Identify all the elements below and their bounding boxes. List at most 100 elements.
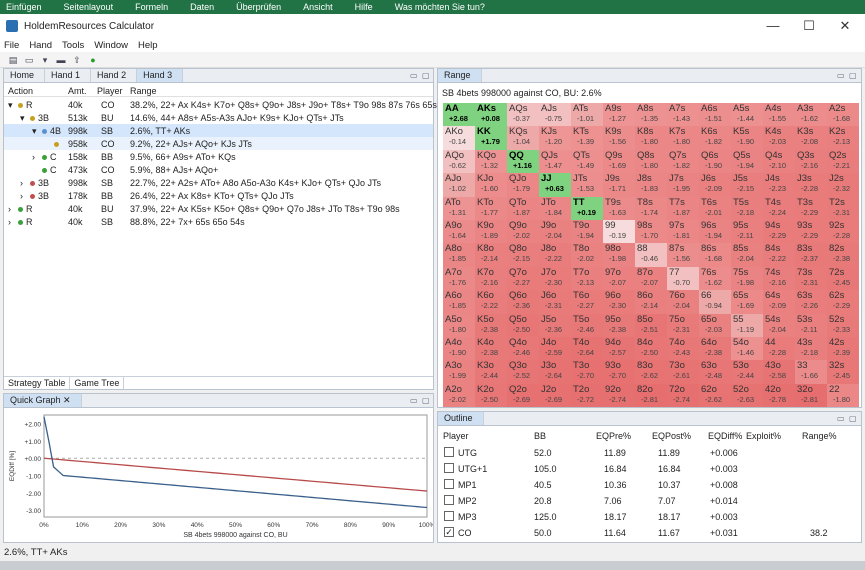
- range-cell-KJo[interactable]: KJo -1.60: [475, 173, 507, 197]
- range-cell-A6o[interactable]: A6o -1.85: [443, 290, 475, 314]
- tab-hand-1[interactable]: Hand 1: [45, 69, 92, 82]
- range-cell-J6s[interactable]: J6s -2.09: [699, 173, 731, 197]
- range-cell-K4o[interactable]: K4o -2.38: [475, 337, 507, 361]
- range-cell-53s[interactable]: 53s -2.11: [795, 313, 827, 337]
- range-cell-T9s[interactable]: T9s -1.63: [603, 196, 635, 220]
- range-cell-KJs[interactable]: KJs -1.20: [539, 126, 571, 150]
- range-cell-QJo[interactable]: QJo -1.79: [507, 173, 539, 197]
- range-cell-Q4s[interactable]: Q4s -2.10: [763, 149, 795, 174]
- excel-menu-item[interactable]: Ansicht: [303, 2, 333, 12]
- range-cell-Q6o[interactable]: Q6o -2.36: [507, 290, 539, 314]
- range-cell-J8s[interactable]: J8s -1.83: [635, 173, 667, 197]
- player-checkbox[interactable]: [444, 511, 454, 521]
- range-cell-ATo[interactable]: ATo -1.31: [443, 196, 475, 220]
- range-cell-QTo[interactable]: QTo -1.87: [507, 196, 539, 220]
- range-cell-77[interactable]: 77 -0.70: [667, 266, 699, 291]
- range-cell-95o[interactable]: 95o -2.38: [603, 313, 635, 337]
- range-cell-ATs[interactable]: ATs -1.01: [571, 103, 603, 127]
- range-cell-T4o[interactable]: T4o -2.64: [571, 337, 603, 361]
- range-cell-A9o[interactable]: A9o -1.64: [443, 220, 475, 244]
- run-icon[interactable]: ●: [88, 55, 98, 65]
- range-cell-73o[interactable]: 73o -2.61: [667, 360, 699, 384]
- range-cell-83o[interactable]: 83o -2.62: [635, 360, 667, 384]
- range-cell-J5o[interactable]: J5o -2.36: [539, 313, 571, 337]
- expand-icon[interactable]: ›: [8, 217, 11, 227]
- range-cell-32o[interactable]: 32o -2.81: [795, 383, 827, 408]
- range-cell-K2o[interactable]: K2o -2.50: [475, 383, 507, 408]
- tab-hand-3[interactable]: Hand 3: [137, 69, 184, 82]
- player-checkbox[interactable]: [444, 463, 454, 473]
- range-cell-Q7s[interactable]: Q7s -1.82: [667, 149, 699, 174]
- range-cell-96o[interactable]: 96o -2.30: [603, 290, 635, 314]
- range-cell-62s[interactable]: 62s -2.29: [827, 290, 859, 314]
- range-cell-T6o[interactable]: T6o -2.27: [571, 290, 603, 314]
- range-cell-84s[interactable]: 84s -2.22: [763, 243, 795, 267]
- range-cell-J3o[interactable]: J3o -2.64: [539, 360, 571, 384]
- range-cell-Q5o[interactable]: Q5o -2.50: [507, 313, 539, 337]
- expand-icon[interactable]: ▾: [32, 126, 37, 137]
- range-cell-T7o[interactable]: T7o -2.13: [571, 266, 603, 291]
- range-cell-85s[interactable]: 85s -2.04: [731, 243, 763, 267]
- range-cell-A8s[interactable]: A8s -1.35: [635, 103, 667, 127]
- range-cell-KTs[interactable]: KTs -1.39: [571, 126, 603, 150]
- col-range[interactable]: Range%: [802, 431, 837, 441]
- range-cell-Q2s[interactable]: Q2s -2.21: [827, 149, 859, 174]
- tab-strategy-table[interactable]: Strategy Table: [4, 377, 71, 389]
- range-cell-A6s[interactable]: A6s -1.51: [699, 103, 731, 127]
- tab-home[interactable]: Home: [4, 69, 46, 82]
- range-cell-Q8o[interactable]: Q8o -2.15: [507, 243, 539, 267]
- range-cell-A4o[interactable]: A4o -1.90: [443, 337, 475, 361]
- range-cell-33[interactable]: 33 -1.66: [795, 360, 827, 384]
- menu-tools[interactable]: Tools: [62, 40, 84, 51]
- range-cell-Q3o[interactable]: Q3o -2.52: [507, 360, 539, 384]
- range-cell-T5o[interactable]: T5o -2.46: [571, 313, 603, 337]
- range-cell-72o[interactable]: 72o -2.74: [667, 383, 699, 408]
- menu-help[interactable]: Help: [138, 40, 158, 51]
- range-cell-87o[interactable]: 87o -2.07: [635, 266, 667, 291]
- maximize-button[interactable]: ☐: [791, 14, 827, 38]
- tab-hand-2[interactable]: Hand 2: [91, 69, 138, 82]
- range-cell-JTo[interactable]: JTo -1.84: [539, 196, 571, 220]
- range-cell-K8s[interactable]: K8s -1.80: [635, 126, 667, 150]
- range-cell-K2s[interactable]: K2s -2.13: [827, 126, 859, 150]
- expand-icon[interactable]: ›: [8, 204, 11, 214]
- menu-file[interactable]: File: [4, 40, 19, 51]
- col-player[interactable]: Player: [443, 431, 469, 441]
- range-cell-K7o[interactable]: K7o -2.16: [475, 266, 507, 291]
- col-eqpre[interactable]: EQPre%: [596, 431, 631, 441]
- range-cell-66[interactable]: 66 -0.94: [699, 290, 731, 314]
- range-cell-97o[interactable]: 97o -2.07: [603, 266, 635, 291]
- close-icon[interactable]: ✕: [63, 395, 71, 405]
- range-cell-K5s[interactable]: K5s -1.90: [731, 126, 763, 150]
- range-cell-A3s[interactable]: A3s -1.62: [795, 103, 827, 127]
- range-cell-A4s[interactable]: A4s -1.55: [763, 103, 795, 127]
- excel-menu-item[interactable]: Formeln: [135, 2, 168, 12]
- range-cell-82o[interactable]: 82o -2.81: [635, 383, 667, 408]
- range-cell-85o[interactable]: 85o -2.51: [635, 313, 667, 337]
- col-range[interactable]: Range: [130, 86, 157, 96]
- range-cell-J6o[interactable]: J6o -2.31: [539, 290, 571, 314]
- range-cell-J5s[interactable]: J5s -2.15: [731, 173, 763, 197]
- range-cell-K9s[interactable]: K9s -1.56: [603, 126, 635, 150]
- range-cell-65o[interactable]: 65o -2.03: [699, 313, 731, 337]
- open-folder-icon[interactable]: ▭: [24, 55, 34, 65]
- tab-outline[interactable]: Outline: [438, 412, 484, 425]
- range-cell-JTs[interactable]: JTs -1.53: [571, 173, 603, 197]
- range-cell-T3o[interactable]: T3o -2.70: [571, 360, 603, 384]
- range-cell-98o[interactable]: 98o -1.98: [603, 243, 635, 267]
- excel-menu-item[interactable]: Seitenlayout: [64, 2, 114, 12]
- col-amt[interactable]: Amt.: [68, 86, 87, 96]
- range-cell-Q6s[interactable]: Q6s -1.90: [699, 149, 731, 174]
- range-cell-62o[interactable]: 62o -2.62: [699, 383, 731, 408]
- range-cell-J4o[interactable]: J4o -2.59: [539, 337, 571, 361]
- range-cell-K3s[interactable]: K3s -2.08: [795, 126, 827, 150]
- range-cell-93o[interactable]: 93o -2.70: [603, 360, 635, 384]
- range-cell-53o[interactable]: 53o -2.44: [731, 360, 763, 384]
- excel-menu-item[interactable]: Einfügen: [6, 2, 42, 12]
- minimize-panel-icon[interactable]: ▭: [837, 414, 845, 423]
- range-cell-64o[interactable]: 64o -2.38: [699, 337, 731, 361]
- range-cell-T7s[interactable]: T7s -1.87: [667, 196, 699, 220]
- table-row[interactable]: C 473k CO 5.9%, 88+ AJs+ AQo+: [4, 163, 433, 176]
- tab-range[interactable]: Range: [438, 69, 482, 82]
- range-cell-Q9o[interactable]: Q9o -2.02: [507, 220, 539, 244]
